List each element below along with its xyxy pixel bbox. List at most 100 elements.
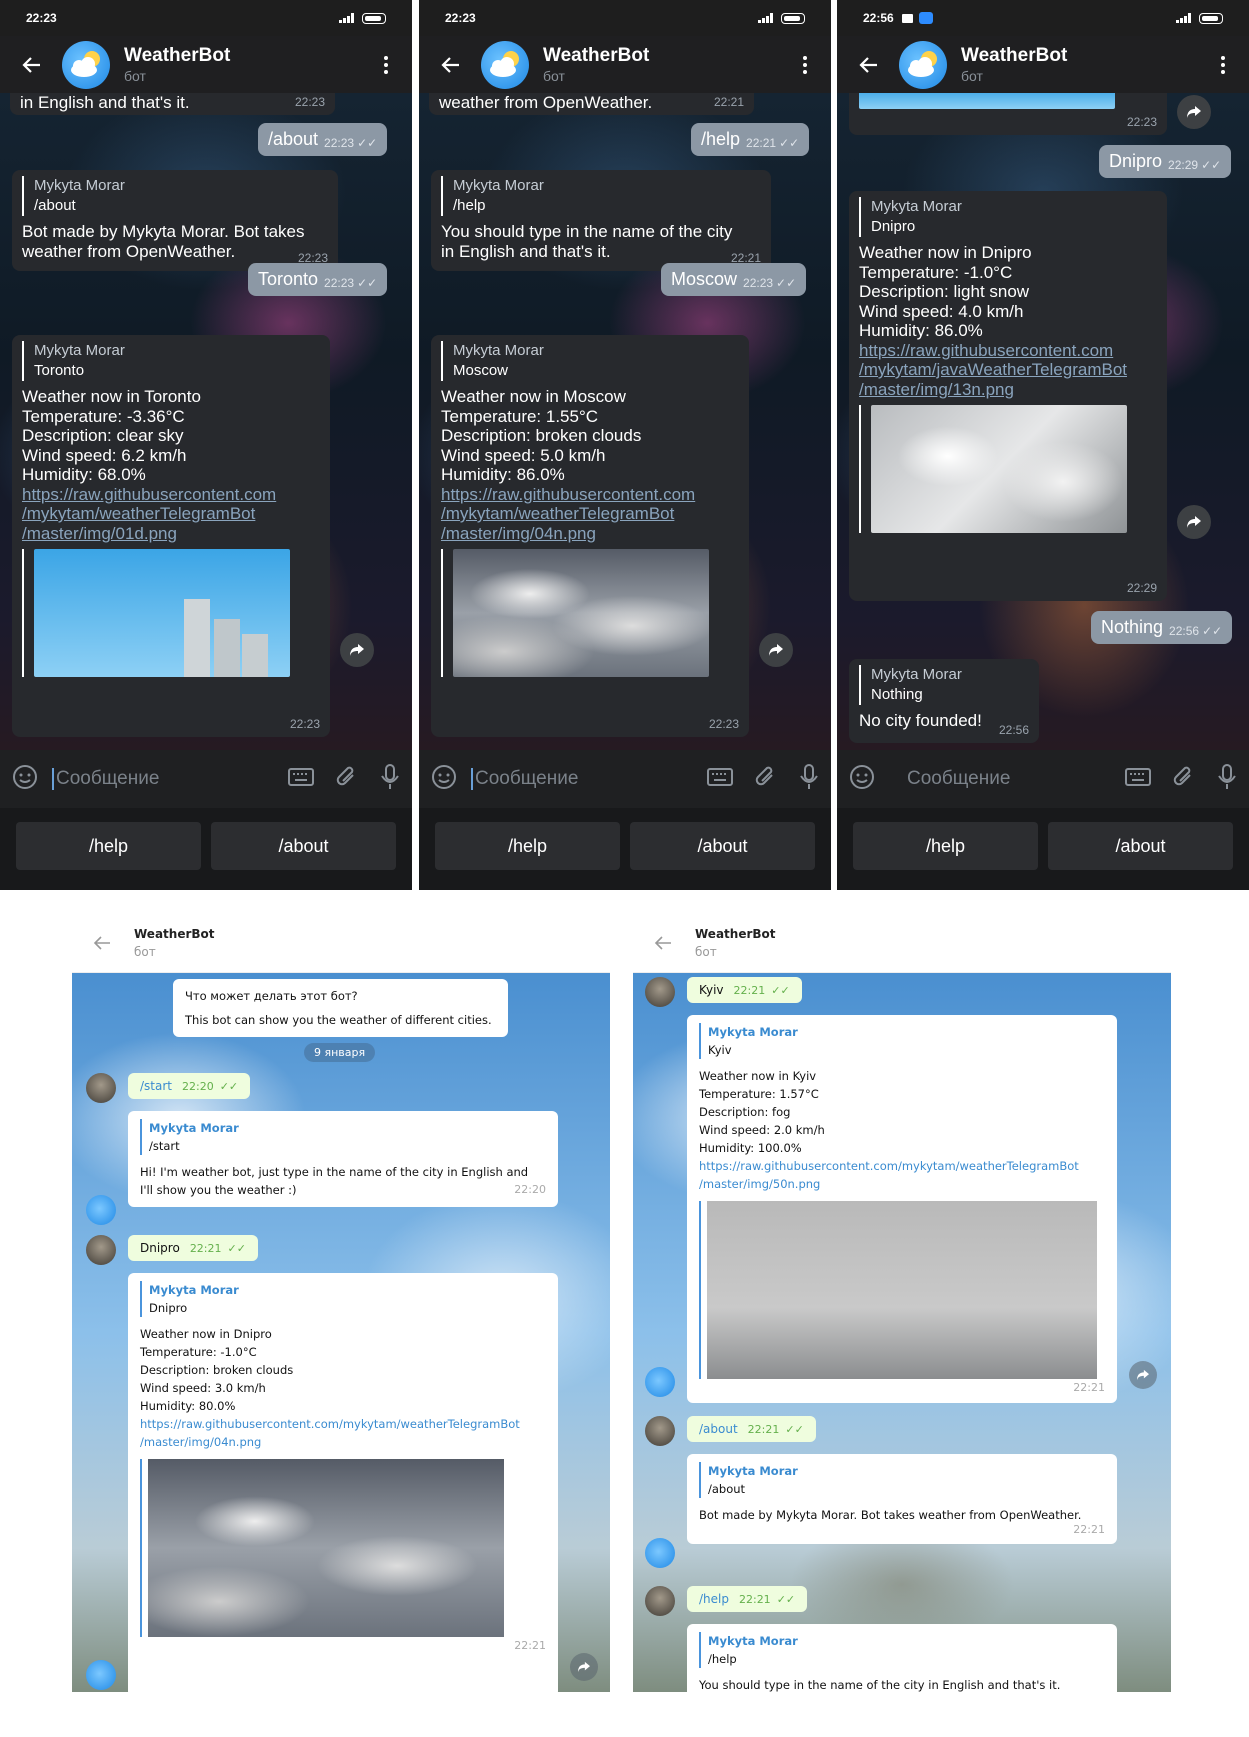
share-icon[interactable] — [1129, 1361, 1157, 1389]
double-check-icon: ✓✓ — [357, 136, 378, 150]
attach-icon[interactable] — [336, 765, 358, 794]
user-avatar[interactable] — [645, 977, 675, 1007]
reply-quote[interactable]: Mykyta Morar/help — [441, 176, 761, 216]
message-input[interactable]: Сообщение — [52, 768, 288, 790]
keyboard-button-help[interactable]: /help — [435, 822, 620, 870]
bot-avatar[interactable] — [899, 40, 947, 89]
user-avatar[interactable] — [86, 1235, 116, 1265]
bot-avatar[interactable] — [645, 1367, 675, 1397]
user-avatar[interactable] — [645, 1416, 675, 1446]
weather-image-link[interactable]: https://raw.githubusercontent.com/mykyta… — [140, 1415, 546, 1433]
more-vert-icon[interactable] — [1211, 53, 1235, 77]
reply-quote[interactable]: Mykyta Morar Dnipro — [859, 197, 1157, 237]
chat-area[interactable]: weather from OpenWeather. 22:21 /help 22… — [419, 93, 831, 750]
share-icon[interactable] — [1177, 95, 1211, 129]
incoming-message: Mykyta Morar/start Hi! I'm weather bot, … — [128, 1111, 558, 1207]
battery-icon — [781, 12, 805, 24]
back-arrow-icon[interactable] — [14, 47, 50, 83]
back-arrow-icon[interactable] — [649, 929, 677, 957]
app-bar: WeatherBot бот — [0, 36, 412, 93]
outgoing-message: Dnipro 22:21 ✓✓ — [128, 1235, 258, 1261]
more-vert-icon[interactable] — [793, 53, 817, 77]
chat-title: WeatherBot — [124, 44, 231, 66]
status-time: 22:23 — [445, 11, 476, 25]
share-icon[interactable] — [1177, 505, 1211, 539]
more-vert-icon[interactable] — [374, 53, 398, 77]
screen-record-icon — [901, 13, 913, 23]
keyboard-button-about[interactable]: /about — [1048, 822, 1233, 870]
link-preview[interactable] — [140, 1459, 546, 1637]
reply-quote[interactable]: Mykyta Morar Nothing — [859, 665, 1029, 705]
weather-image[interactable] — [34, 549, 290, 677]
double-check-icon: ✓✓ — [776, 276, 797, 290]
emoji-icon[interactable] — [12, 764, 38, 795]
link-preview[interactable] — [699, 1201, 1105, 1379]
chat-area[interactable]: 22:23 Dnipro 22:29 ✓✓ Mykyta Morar Dnipro … — [837, 93, 1249, 750]
user-avatar[interactable] — [86, 1073, 116, 1103]
chat-area[interactable]: Что может делать этот бот? This bot can … — [72, 973, 610, 1692]
weather-image[interactable] — [148, 1459, 504, 1637]
link-preview[interactable] — [22, 549, 320, 677]
back-arrow-icon[interactable] — [851, 47, 887, 83]
chat-area[interactable]: in English and that's it. 22:23 /about 2… — [0, 93, 412, 750]
link-preview[interactable] — [441, 549, 739, 677]
outgoing-message: Dnipro 22:29 ✓✓ — [1099, 145, 1232, 178]
back-arrow-icon[interactable] — [433, 47, 469, 83]
reply-quote[interactable]: Mykyta Morar/about — [22, 176, 328, 216]
reply-quote[interactable]: Mykyta Morar/help — [699, 1632, 1105, 1668]
message-input[interactable]: Сообщение — [471, 768, 707, 790]
attach-icon[interactable] — [755, 765, 777, 794]
attach-icon[interactable] — [1173, 765, 1195, 794]
reply-quote[interactable]: Mykyta Morar Dnipro — [140, 1281, 546, 1317]
chat-area[interactable]: Kyiv 22:21 ✓✓ Mykyta Morar Kyiv Weather no… — [633, 973, 1171, 1692]
reply-quote[interactable]: Mykyta Morar Moscow — [441, 341, 739, 381]
weather-image[interactable] — [453, 549, 709, 677]
share-icon[interactable] — [340, 633, 374, 667]
incoming-message: Mykyta Morar/about Bot made by Mykyta Mo… — [687, 1454, 1117, 1544]
link-preview[interactable] — [859, 405, 1157, 533]
emoji-icon[interactable] — [431, 764, 457, 795]
signal-icon — [1174, 13, 1194, 23]
bot-avatar[interactable] — [86, 1660, 116, 1690]
bot-avatar[interactable] — [481, 40, 529, 89]
incoming-message: Mykyta Morar Dnipro Weather now in Dnipro… — [849, 191, 1167, 601]
keyboard-icon[interactable] — [707, 767, 733, 791]
weather-image[interactable] — [871, 405, 1127, 533]
keyboard-icon[interactable] — [288, 767, 314, 791]
weather-image-link[interactable]: https://raw.githubusercontent.com — [441, 485, 739, 505]
keyboard-button-about[interactable]: /about — [630, 822, 815, 870]
share-icon[interactable] — [759, 633, 793, 667]
bot-avatar[interactable] — [645, 1538, 675, 1568]
reply-quote[interactable]: Mykyta Morar/about — [699, 1462, 1105, 1498]
keyboard-icon[interactable] — [1125, 767, 1151, 791]
keyboard-button-help[interactable]: /help — [853, 822, 1038, 870]
incoming-message: Mykyta Morar Nothing No city founded! 22:… — [849, 659, 1039, 743]
microphone-icon[interactable] — [1217, 763, 1237, 795]
weather-image-link[interactable]: https://raw.githubusercontent.com — [859, 341, 1157, 361]
microphone-icon[interactable] — [799, 763, 819, 795]
weather-image[interactable] — [707, 1201, 1097, 1379]
weather-image-link[interactable]: https://raw.githubusercontent.com/mykyta… — [699, 1157, 1105, 1175]
message-input[interactable]: Сообщение — [889, 768, 1125, 790]
phone-screen-1: 22:23 WeatherBot бот in English and that'… — [0, 0, 412, 890]
back-arrow-icon[interactable] — [88, 929, 116, 957]
reply-quote[interactable]: Mykyta Morar Kyiv — [699, 1023, 1105, 1059]
message-bubble: weather from OpenWeather. 22:21 — [429, 93, 754, 115]
share-icon[interactable] — [570, 1653, 598, 1681]
bot-avatar[interactable] — [62, 40, 110, 89]
user-avatar[interactable] — [645, 1586, 675, 1616]
chat-subtitle: бот — [134, 944, 156, 959]
double-check-icon: ✓✓ — [785, 1422, 804, 1436]
microphone-icon[interactable] — [380, 763, 400, 795]
weather-image-link[interactable]: https://raw.githubusercontent.com — [22, 485, 320, 505]
emoji-icon[interactable] — [849, 764, 875, 795]
bot-keyboard: /help /about — [837, 808, 1249, 890]
bot-avatar[interactable] — [86, 1195, 116, 1225]
keyboard-button-about[interactable]: /about — [211, 822, 396, 870]
double-check-icon: ✓✓ — [227, 1241, 246, 1255]
keyboard-button-help[interactable]: /help — [16, 822, 201, 870]
bot-keyboard: /help /about — [0, 808, 412, 890]
double-check-icon: ✓✓ — [1201, 158, 1222, 172]
reply-quote[interactable]: Mykyta Morar/start — [140, 1119, 546, 1155]
reply-quote[interactable]: Mykyta Morar Toronto — [22, 341, 320, 381]
